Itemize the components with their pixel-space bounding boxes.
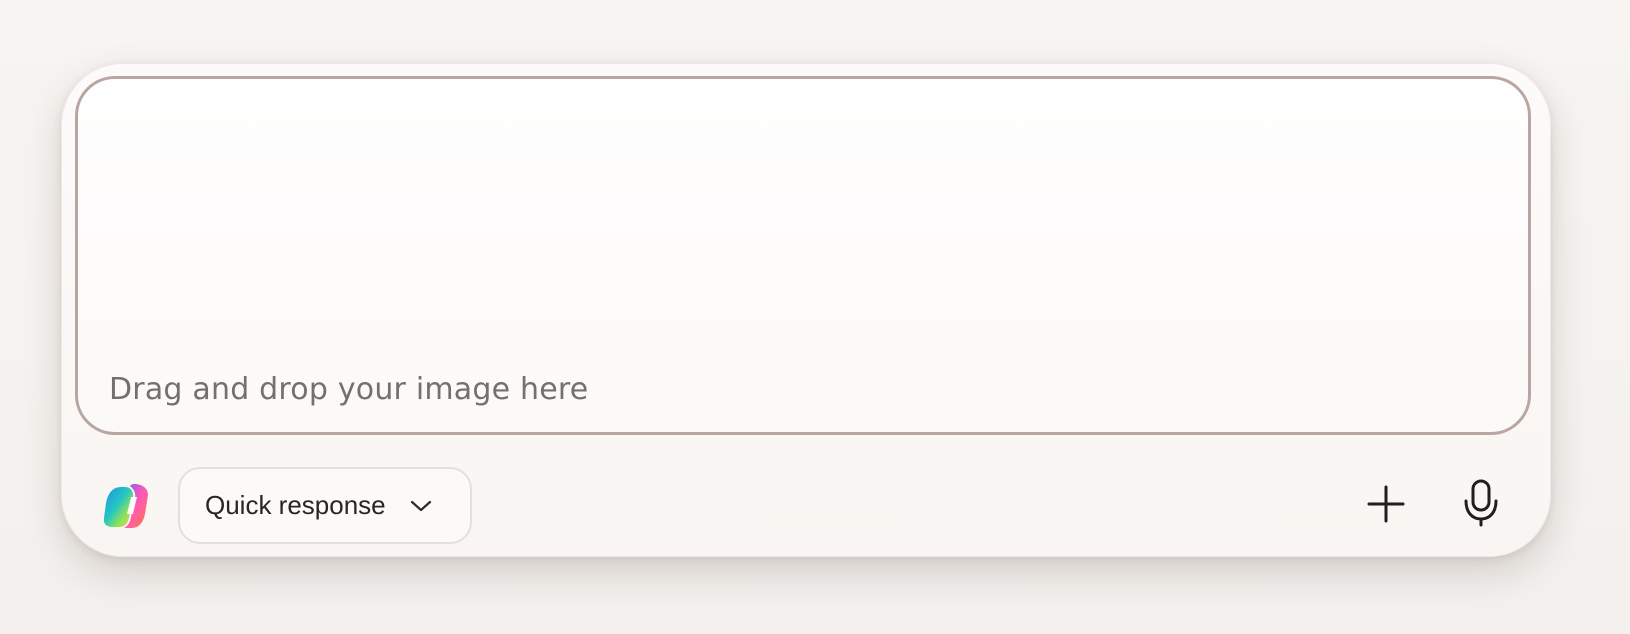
drop-placeholder-text: Drag and drop your image here [109, 372, 589, 407]
page: Drag and drop your image here Quick resp… [0, 0, 1630, 634]
copilot-logo-icon [104, 483, 152, 528]
image-composer: Drag and drop your image here Quick resp… [61, 63, 1551, 557]
quick-response-label: Quick response [205, 490, 386, 520]
add-button[interactable] [1365, 483, 1407, 525]
quick-response-dropdown[interactable]: Quick response [178, 467, 472, 544]
image-drop-zone[interactable]: Drag and drop your image here [75, 76, 1531, 435]
microphone-icon [1461, 479, 1501, 527]
microphone-button[interactable] [1459, 478, 1503, 528]
plus-icon [1367, 485, 1405, 523]
composer-toolbar: Quick response [62, 453, 1550, 544]
chevron-down-icon [410, 499, 432, 513]
